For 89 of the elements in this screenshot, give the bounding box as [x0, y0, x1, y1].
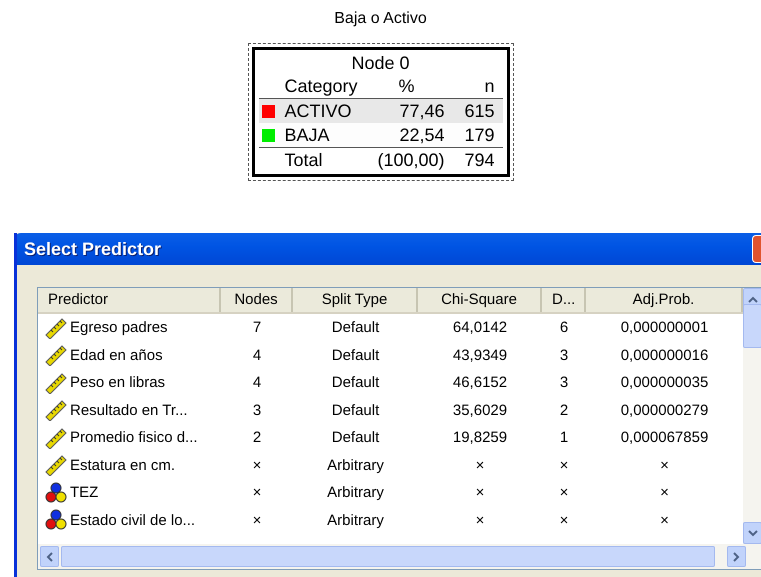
table-cell-text: 3	[558, 374, 570, 392]
column-header[interactable]: D...	[542, 288, 586, 312]
caret-left-icon	[46, 552, 53, 562]
category-label: ACTIVO	[284, 100, 353, 123]
caret-up-icon	[748, 296, 758, 302]
column-header[interactable]: Chi-Square	[418, 288, 542, 312]
table-cell-text: 0,000000035	[620, 374, 710, 392]
table-cell-text: Arbitrary	[326, 484, 385, 502]
predictor-cell[interactable]: Estado civil de lo...	[38, 509, 221, 532]
predictor-cell[interactable]: Estatura en cm.	[38, 454, 221, 476]
percent-value: (100,00)	[376, 149, 444, 172]
table-cell-text: ×	[659, 512, 670, 529]
column-header: %	[397, 75, 416, 98]
table-cell-text: 4	[252, 374, 262, 392]
count-value: 615	[463, 100, 494, 123]
table-cell-text: 1	[558, 429, 570, 446]
column-header[interactable]: Nodes	[221, 288, 293, 312]
count-value: 794	[463, 149, 494, 172]
column-header[interactable]: Split Type	[293, 288, 418, 312]
scroll-down-button[interactable]	[743, 522, 761, 544]
table-cell-text: ×	[252, 512, 262, 529]
table-cell-text: 6	[558, 319, 570, 336]
table-cell-text: ×	[474, 512, 486, 529]
table-cell-text: Default	[330, 402, 380, 419]
table-cell-text: 0,000067859	[620, 429, 710, 446]
column-header: Category	[284, 75, 359, 98]
table-cell-text: ×	[252, 456, 262, 474]
total-label: Total	[284, 149, 324, 172]
ruler-icon	[44, 454, 68, 476]
scroll-thumb[interactable]	[61, 546, 715, 567]
ruler-icon	[44, 316, 68, 339]
table-cell-text: 35,6029	[452, 402, 508, 419]
category-label: BAJA	[284, 124, 331, 147]
caret-right-icon	[733, 552, 740, 562]
table-cell-text: ×	[659, 456, 670, 474]
close-button[interactable]	[752, 235, 761, 263]
table-cell-text: 43,9349	[452, 346, 508, 364]
ruler-icon	[44, 399, 68, 422]
table-cell-text: 7	[252, 319, 262, 336]
table-cell-text: Default	[330, 319, 380, 336]
table-cell-text: ×	[558, 512, 570, 529]
predictor-cell[interactable]: TEZ	[38, 482, 221, 504]
predictor-cell[interactable]: Edad en años	[38, 344, 221, 366]
percent-value: 22,54	[398, 124, 444, 147]
table-cell-text: Default	[330, 374, 380, 392]
table-cell-text: Arbitrary	[326, 456, 385, 474]
horizontal-scrollbar[interactable]	[38, 544, 761, 569]
vertical-scrollbar[interactable]	[743, 288, 761, 544]
table-cell-text: 0,000000279	[620, 402, 710, 419]
node-title: Node 0	[350, 52, 411, 74]
table-cell-text: ×	[659, 484, 670, 502]
table-cell-text: 2	[558, 402, 570, 419]
table-cell-text: ×	[474, 456, 486, 474]
predictor-cell[interactable]: Promedio fisico d...	[38, 426, 221, 449]
node-selection-frame[interactable]: Node 0 Category % n ACTIVO 77,46 615 BAJA 22,54 179 Total (100,00) 794	[248, 43, 514, 181]
table-cell-text: ×	[252, 484, 262, 502]
table-cell-text: Default	[330, 429, 380, 446]
colored-balls-icon	[44, 482, 68, 504]
table-cell-text: 2	[252, 429, 262, 446]
predictor-cell[interactable]: Peso en libras	[38, 372, 221, 394]
table-cell-text: 3	[252, 402, 262, 419]
ruler-icon	[44, 426, 68, 449]
table-cell-text: 64,0142	[452, 319, 508, 336]
table-cell-text: Default	[330, 346, 380, 364]
ruler-icon	[44, 372, 68, 394]
percent-value: 77,46	[398, 100, 444, 123]
table-cell-text: 0,000000016	[620, 346, 710, 364]
table-cell-text: ×	[558, 484, 570, 502]
ruler-icon	[44, 344, 68, 366]
scroll-thumb[interactable]	[743, 304, 761, 348]
table-cell-text: Arbitrary	[326, 512, 385, 529]
predictor-cell[interactable]: Egreso padres	[38, 316, 221, 339]
table-cell-text: 19,8259	[452, 429, 508, 446]
count-value: 179	[463, 124, 494, 147]
table-cell-text: 4	[252, 346, 262, 364]
column-header[interactable]: Predictor	[38, 288, 221, 312]
tree-title: Baja o Activo	[334, 10, 427, 28]
table-cell-text: 46,6152	[452, 374, 508, 392]
scroll-right-button[interactable]	[727, 546, 746, 567]
scroll-left-button[interactable]	[40, 546, 59, 567]
table-cell-text: 0,000000001	[620, 319, 710, 336]
table-cell-text: ×	[474, 484, 486, 502]
predictor-cell[interactable]: Resultado en Tr...	[38, 399, 221, 422]
colored-balls-icon	[44, 509, 68, 532]
table-cell-text: 3	[558, 346, 570, 364]
table-cell-text: ×	[558, 456, 570, 474]
window-title: Select Predictor	[24, 238, 162, 260]
caret-down-icon	[748, 530, 758, 536]
column-header: n	[483, 75, 494, 98]
